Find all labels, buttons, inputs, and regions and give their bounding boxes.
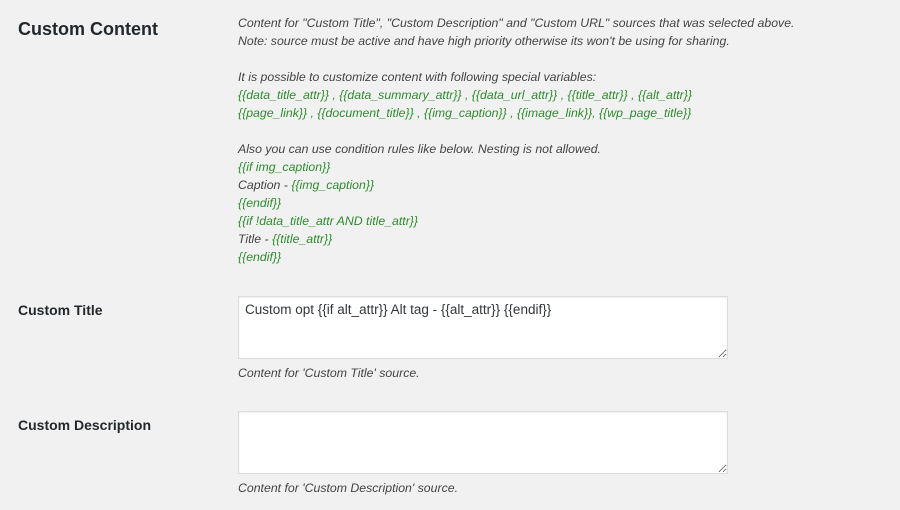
custom-content-description: Content for "Custom Title", "Custom Desc… [238,14,878,266]
section-title: Custom Content [18,19,158,39]
variables-intro: It is possible to customize content with… [238,70,597,84]
custom-title-hint: Content for 'Custom Title' source. [238,366,420,380]
variables-list-2: {{page_link}} , {{document_title}} , {{i… [238,106,692,120]
example-caption-line: Caption - {{img_caption}} [238,176,878,194]
example-if-caption: {{if img_caption}} [238,160,331,174]
intro-line-1: Content for "Custom Title", "Custom Desc… [238,16,795,30]
example-if-title: {{if !data_title_attr AND title_attr}} [238,214,419,228]
example-title-line: Title - {{title_attr}} [238,230,878,248]
custom-description-textarea[interactable] [238,411,728,474]
example-caption-var: {{img_caption}} [291,178,375,192]
conditions-intro: Also you can use condition rules like be… [238,142,601,156]
intro-line-2: Note: source must be active and have hig… [238,34,730,48]
custom-title-label: Custom Title [18,302,103,318]
example-endif-2: {{endif}} [238,250,282,264]
example-title-var: {{title_attr}} [272,232,333,246]
example-title-text: Title - [238,232,273,246]
custom-title-textarea[interactable]: Custom opt {{if alt_attr}} Alt tag - {{a… [238,296,728,359]
example-caption-text: Caption - [238,178,292,192]
variables-list-1: {{data_title_attr}} , {{data_summary_att… [238,88,692,102]
example-endif-1: {{endif}} [238,196,282,210]
custom-description-label: Custom Description [18,417,152,433]
custom-description-hint: Content for 'Custom Description' source. [238,481,458,495]
